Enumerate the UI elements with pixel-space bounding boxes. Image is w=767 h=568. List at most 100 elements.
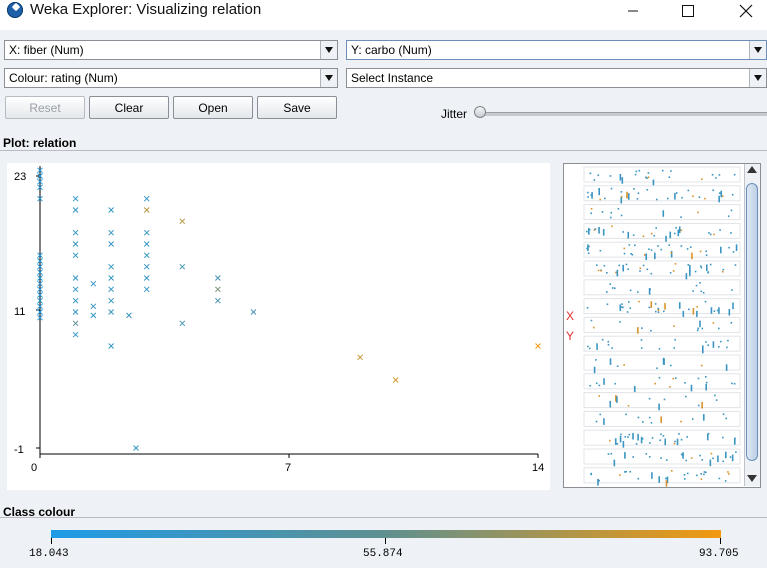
scatter-point[interactable] [72,320,79,327]
scatter-point[interactable] [215,286,221,293]
matrix-dot [588,228,590,235]
scatter-point[interactable] [108,229,114,236]
scatter-point[interactable] [215,275,221,281]
matrix-dot [727,339,729,342]
scroll-up-icon[interactable] [747,166,757,173]
scatter-point[interactable] [108,309,114,315]
matrix-cell[interactable] [583,448,741,465]
matrix-cell[interactable] [583,204,741,221]
jitter-slider-track[interactable] [478,112,767,116]
chevron-down-icon[interactable] [749,69,766,87]
matrix-cell[interactable] [583,373,741,390]
scatter-point[interactable] [133,445,139,451]
close-button[interactable] [723,0,767,22]
matrix-cell[interactable] [583,166,741,183]
save-button[interactable]: Save [257,96,337,119]
jitter-slider-thumb[interactable] [474,106,486,118]
scatter-point[interactable] [108,263,114,270]
matrix-dot [620,196,623,204]
scroll-down-icon[interactable] [747,475,757,482]
scatter-point[interactable] [143,275,150,281]
scatter-point[interactable] [72,195,79,202]
scatter-point[interactable] [108,241,114,247]
scatter-point[interactable] [108,207,114,213]
scatter-point[interactable] [72,241,79,247]
matrix-dot [700,364,703,367]
scatter-point[interactable] [143,252,150,259]
scatter-point[interactable] [108,297,114,304]
scatter-point[interactable] [108,286,114,293]
scatter-point[interactable] [179,320,186,327]
scatter-point[interactable] [143,229,150,236]
select-instance-select[interactable]: Select Instance [346,68,767,88]
scatter-point[interactable] [72,229,79,236]
scatter-point[interactable] [143,263,150,270]
matrix-dot [700,290,703,293]
matrix-dot [689,264,691,272]
scatter-point[interactable] [179,263,186,270]
minimize-button[interactable] [610,0,656,22]
scatter-point[interactable] [72,207,79,213]
scatter-plot[interactable]: 23 11 -1 0 7 14 [7,163,550,490]
matrix-dot [675,192,678,194]
matrix-dot [695,284,698,287]
scatter-point[interactable] [143,207,150,213]
scatter-point[interactable] [90,280,97,287]
matrix-cell[interactable] [583,335,741,352]
scatter-point[interactable] [90,303,97,310]
matrix-dot [700,478,703,481]
matrix-cell[interactable] [583,354,741,371]
scatter-point[interactable] [72,309,79,315]
matrix-dot [593,179,596,181]
attribute-matrix-panel[interactable] [563,163,761,488]
scatter-point[interactable] [90,312,97,319]
matrix-cell[interactable] [583,298,741,315]
matrix-cell[interactable] [583,222,741,239]
chevron-down-icon[interactable] [749,41,766,59]
matrix-dot [720,246,722,254]
scatter-point[interactable] [535,343,541,349]
scatter-point[interactable] [143,241,150,247]
scatter-point[interactable] [108,275,114,281]
matrix-dot [637,433,639,441]
chevron-down-icon[interactable] [320,69,337,87]
y-axis-select[interactable]: Y: carbo (Num) [346,40,767,60]
x-axis-select[interactable]: X: fiber (Num) [4,40,338,60]
scatter-point[interactable] [72,297,79,304]
open-button[interactable]: Open [173,96,253,119]
matrix-cell[interactable] [583,316,741,333]
matrix-dot [621,177,624,184]
matrix-dot [601,211,604,213]
colour-select[interactable]: Colour: rating (Num) [4,68,338,88]
scatter-point[interactable] [72,275,79,281]
matrix-dot [730,232,732,234]
scatter-point[interactable] [143,195,150,202]
scatter-point[interactable] [143,286,150,293]
matrix-dot [616,442,619,445]
matrix-cell[interactable] [583,467,741,484]
scatter-point[interactable] [126,312,132,319]
matrix-dot [611,347,613,349]
scatter-point[interactable] [357,354,363,361]
matrix-scrollbar-thumb[interactable] [746,183,758,461]
scatter-point[interactable] [250,309,257,315]
matrix-dot [721,195,724,197]
matrix-cell[interactable] [583,185,741,202]
chevron-down-icon[interactable] [320,41,337,59]
matrix-cell[interactable] [583,429,741,446]
matrix-cell[interactable] [583,260,741,277]
matrix-dot [686,472,689,475]
scatter-point[interactable] [72,286,79,293]
scatter-point[interactable] [72,331,79,338]
scatter-point[interactable] [392,377,399,383]
scatter-point[interactable] [108,343,114,349]
y-tick-label: 11 [14,306,25,318]
scatter-point[interactable] [179,218,186,225]
scatter-point[interactable] [72,252,79,259]
matrix-dot [640,347,643,349]
reset-button[interactable]: Reset [5,96,85,119]
colour-value: Colour: rating (Num) [9,71,118,85]
scatter-point[interactable] [215,297,221,304]
clear-button[interactable]: Clear [89,96,169,119]
maximize-button[interactable] [665,0,711,22]
